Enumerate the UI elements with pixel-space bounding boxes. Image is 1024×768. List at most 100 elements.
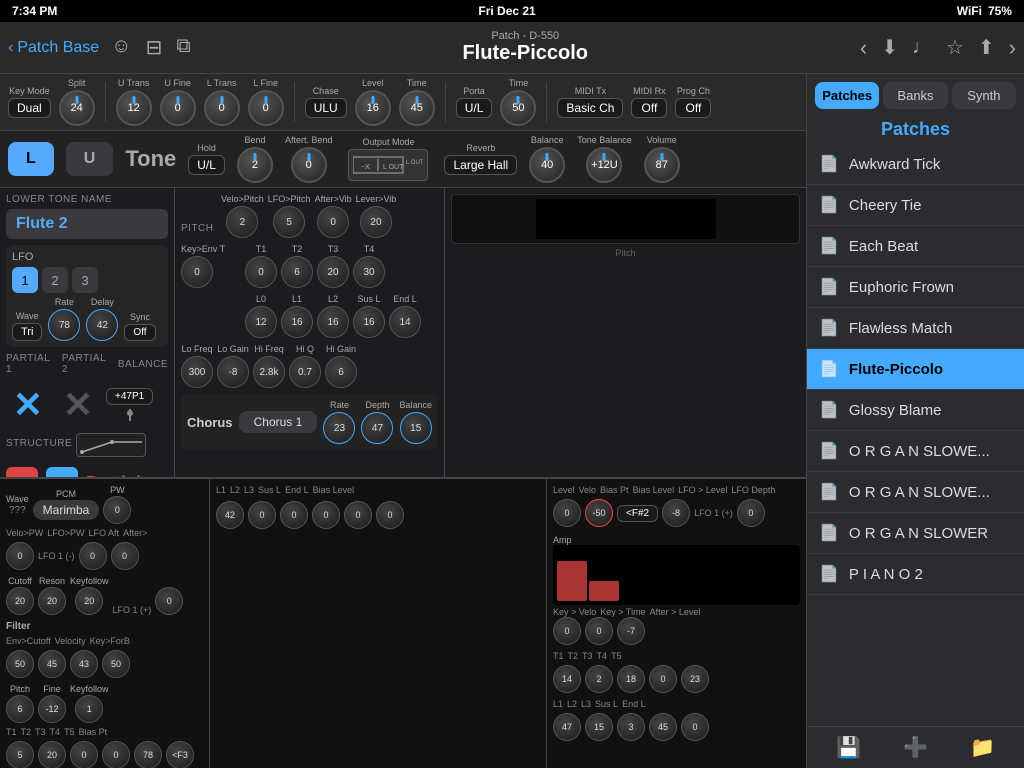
br-t1-knob[interactable]: 14 <box>553 665 581 693</box>
velocity-knob[interactable]: 45 <box>38 650 66 678</box>
chorus-value[interactable]: Chorus 1 <box>239 411 318 433</box>
key-time-knob[interactable]: 0 <box>585 617 613 645</box>
lfo-num-3[interactable]: 3 <box>72 267 98 293</box>
sidebar-item-piano-2[interactable]: 📄 P I A N O 2 <box>807 554 1024 595</box>
sidebar-item-flawless-match[interactable]: 📄 Flawless Match <box>807 308 1024 349</box>
sus-l-knob[interactable]: 16 <box>353 306 385 338</box>
bl-t1-knob[interactable]: 5 <box>6 741 34 768</box>
sidebar-item-organ-1[interactable]: 📄 O R G A N SLOWE... <box>807 431 1024 472</box>
sidebar-item-awkward-tick[interactable]: 📄 Awkward Tick <box>807 144 1024 185</box>
level-knob-br[interactable]: 0 <box>553 499 581 527</box>
partial2-x[interactable]: ✕ <box>56 383 100 427</box>
lfo-p-num[interactable]: 0 <box>79 542 107 570</box>
key-forb-knob[interactable]: 43 <box>70 650 98 678</box>
balance-knob[interactable]: 40 <box>529 147 565 183</box>
tab-synth[interactable]: Synth <box>952 82 1016 109</box>
key-velo-knob[interactable]: 0 <box>553 617 581 645</box>
archive-icon[interactable]: ⊟ <box>146 35 163 60</box>
split-knob[interactable]: 24 <box>59 90 95 126</box>
lower-tone-name[interactable]: Flute 2 <box>6 209 168 239</box>
br-t2-knob[interactable]: 2 <box>585 665 613 693</box>
time-knob[interactable]: 45 <box>399 90 435 126</box>
t3-knob[interactable]: 20 <box>317 256 349 288</box>
br-endl-knob[interactable]: 0 <box>681 713 709 741</box>
keyfollow2-knob[interactable]: 1 <box>75 695 103 723</box>
download-icon[interactable]: ⬇ <box>881 35 898 60</box>
tab-patches[interactable]: Patches <box>815 82 879 109</box>
u-button[interactable]: U <box>66 142 114 176</box>
folder-button[interactable]: 📁 <box>970 735 995 760</box>
chase-value[interactable]: ULU <box>305 98 347 118</box>
l0-knob[interactable]: 12 <box>245 306 277 338</box>
bc-biaslevel[interactable]: 0 <box>376 501 404 529</box>
back-button[interactable]: ‹ Patch Base <box>8 39 99 57</box>
bl-t3-knob[interactable]: 0 <box>70 741 98 768</box>
cutoff-knob[interactable]: 20 <box>6 587 34 615</box>
bc-endl[interactable]: 0 <box>344 501 372 529</box>
chorus-rate-knob[interactable]: 23 <box>323 412 355 444</box>
tone-balance-knob[interactable]: +12U <box>586 147 622 183</box>
structure-display[interactable] <box>76 433 146 457</box>
bc-l1[interactable]: 42 <box>216 501 244 529</box>
hold-value[interactable]: U/L <box>188 155 225 175</box>
lfo-delay-knob[interactable]: 42 <box>86 309 118 341</box>
copy-icon[interactable]: ⧉ <box>176 35 190 60</box>
sidebar-item-organ-2[interactable]: 📄 O R G A N SLOWE... <box>807 472 1024 513</box>
bc-l2[interactable]: 0 <box>248 501 276 529</box>
l2-knob[interactable]: 16 <box>317 306 349 338</box>
bc-l3[interactable]: 0 <box>280 501 308 529</box>
t2-knob[interactable]: 6 <box>281 256 313 288</box>
br-susl-knob[interactable]: 45 <box>649 713 677 741</box>
lever-vib-knob[interactable]: 20 <box>360 206 392 238</box>
bias-level-knob[interactable]: -8 <box>662 499 690 527</box>
hi-gain-knob[interactable]: 6 <box>325 356 357 388</box>
key-mode-value[interactable]: Dual <box>8 98 51 118</box>
output-mode-display[interactable]: −X L OUT L OUT <box>348 149 428 181</box>
note-icon[interactable]: ♩ <box>912 36 932 59</box>
smiley-icon[interactable]: ☺ <box>111 35 131 60</box>
porta-value[interactable]: U/L <box>456 98 493 118</box>
pcm-value-bl[interactable]: Marimba <box>33 500 100 520</box>
star-icon[interactable]: ☆ <box>946 35 964 60</box>
after-num[interactable]: 0 <box>111 542 139 570</box>
bl-t5-knob[interactable]: 78 <box>134 741 162 768</box>
share-icon[interactable]: ⬆ <box>978 35 995 60</box>
prog-ch-value[interactable]: Off <box>675 98 711 118</box>
u-trans-knob[interactable]: 12 <box>116 90 152 126</box>
bl-t4-knob[interactable]: 0 <box>102 741 130 768</box>
bl-t2-knob[interactable]: 20 <box>38 741 66 768</box>
sidebar-item-glossy-blame[interactable]: 📄 Glossy Blame <box>807 390 1024 431</box>
volume-knob[interactable]: 87 <box>644 147 680 183</box>
level-knob[interactable]: 16 <box>355 90 391 126</box>
br-t5-knob[interactable]: 23 <box>681 665 709 693</box>
end-l-knob[interactable]: 14 <box>389 306 421 338</box>
midi-rx-value[interactable]: Off <box>631 98 667 118</box>
br-l2-knob[interactable]: 15 <box>585 713 613 741</box>
l-fine-knob[interactable]: 0 <box>248 90 284 126</box>
pitch-knob[interactable]: 6 <box>6 695 34 723</box>
lfo-depth-knob[interactable]: 0 <box>737 499 765 527</box>
tab-banks[interactable]: Banks <box>883 82 947 109</box>
hi-q-knob[interactable]: 0.7 <box>289 356 321 388</box>
fine-knob[interactable]: -12 <box>38 695 66 723</box>
lfo-rate-knob[interactable]: 78 <box>48 309 80 341</box>
bc-susl[interactable]: 0 <box>312 501 340 529</box>
time2-knob[interactable]: 50 <box>500 90 536 126</box>
keyfollow-knob[interactable]: 20 <box>75 587 103 615</box>
velo-knob-br[interactable]: -50 <box>585 499 613 527</box>
lfo-cutoff-knob[interactable]: 0 <box>155 587 183 615</box>
sidebar-item-each-beat[interactable]: 📄 Each Beat <box>807 226 1024 267</box>
bias-pt-value[interactable]: <F#2 <box>617 505 658 522</box>
key-env-knob[interactable]: 0 <box>181 256 213 288</box>
pw-knob[interactable]: 0 <box>103 496 131 524</box>
br-t4-knob[interactable]: 0 <box>649 665 677 693</box>
balance-value[interactable]: +47P1 <box>106 388 153 405</box>
midi-tx-value[interactable]: Basic Ch <box>557 98 623 118</box>
env-cutoff-knob[interactable]: 50 <box>6 650 34 678</box>
lfo-wave-value[interactable]: Tri <box>12 323 42 341</box>
br-l1-knob[interactable]: 47 <box>553 713 581 741</box>
sidebar-item-cheery-tie[interactable]: 📄 Cheery Tie <box>807 185 1024 226</box>
after-vib-knob[interactable]: 0 <box>317 206 349 238</box>
br-t3-knob[interactable]: 18 <box>617 665 645 693</box>
lfo-num-1[interactable]: 1 <box>12 267 38 293</box>
